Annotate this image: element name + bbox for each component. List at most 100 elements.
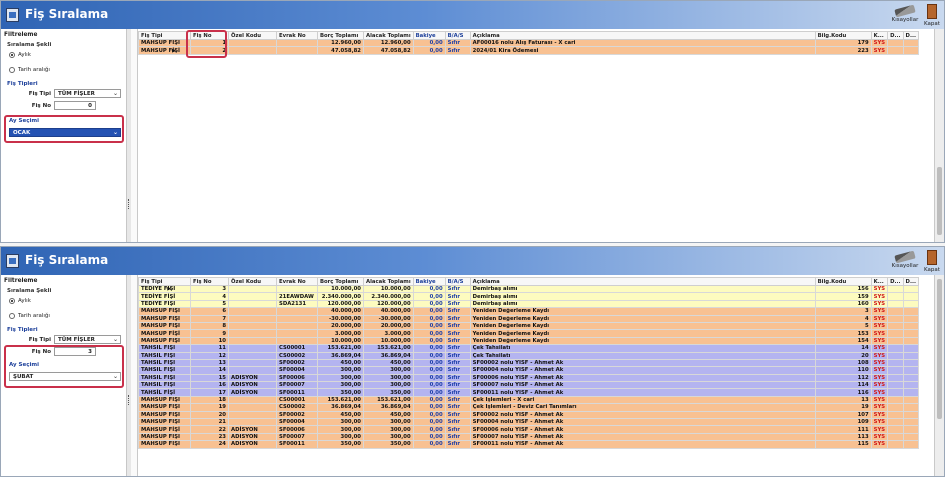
fis-no-input[interactable]: 3	[54, 347, 96, 356]
cell-oz: ADİSYON	[228, 425, 277, 434]
column-header[interactable]: Bakiye	[412, 277, 446, 286]
table-row[interactable]: TAHSİL FİŞİ 11 CS00001 153.621,00 153.621,00…	[138, 344, 919, 353]
column-header[interactable]: Alacak Toplamı	[363, 277, 414, 286]
table-row[interactable]: MAHSUP FİŞİ 10 10.000,00 10.000,00 0,00 Sıfır…	[138, 336, 919, 346]
cell-oz	[228, 418, 277, 427]
type-select-value: TÜM FİŞLER	[58, 91, 95, 97]
column-header[interactable]: Bakiye	[412, 31, 446, 40]
table-row[interactable]: MAHSUP FİŞİ 22 ADİSYON SF00006 300,00 300,00 0…	[138, 425, 919, 434]
vertical-scrollbar[interactable]	[934, 29, 944, 242]
table-row[interactable]: MAHSUP FİŞİ ▶ 2 47.058,82 47.058,82 0,00 Sıfır…	[138, 46, 919, 55]
column-header[interactable]: Özel Kodu	[228, 277, 277, 286]
radio-date-range[interactable]: Tarih aralığı	[9, 67, 50, 73]
scrollbar-thumb[interactable]	[937, 279, 942, 419]
column-header[interactable]: D...	[902, 31, 919, 40]
column-header[interactable]: Özel Kodu	[228, 31, 277, 40]
column-header[interactable]: Borç Toplamı	[317, 31, 364, 40]
column-header[interactable]: K...	[870, 277, 889, 286]
cell-borc: 2.340.000,00	[317, 292, 364, 301]
column-header[interactable]: Alacak Toplamı	[363, 31, 414, 40]
vertical-scrollbar[interactable]	[934, 275, 944, 476]
column-header[interactable]: K...	[870, 31, 889, 40]
column-header[interactable]: D...	[887, 31, 904, 40]
radio-monthly[interactable]: Aylık	[9, 298, 31, 304]
cell-oz	[228, 344, 277, 353]
column-header[interactable]: Açıklama	[469, 31, 816, 40]
cell-bakiye: 0,00	[412, 299, 446, 309]
cell-k: SYS	[870, 432, 889, 442]
cell-k: SYS	[870, 366, 889, 375]
cell-bas: Sıfır	[444, 373, 471, 383]
column-header[interactable]: D...	[902, 277, 919, 286]
cell-type: MAHSUP FİŞİ	[138, 321, 191, 331]
cell-oz	[228, 38, 277, 48]
table-row[interactable]: MAHSUP FİŞİ 18 CS00001 153.621,00 153.621,00…	[138, 395, 919, 405]
column-header[interactable]: Borç Toplamı	[317, 277, 364, 286]
table-row[interactable]: MAHSUP FİŞİ 9 3.000,00 3.000,00 0,00 Sıfır Yen…	[138, 329, 919, 338]
scrollbar-thumb[interactable]	[937, 167, 942, 235]
cell-type: MAHSUP FİŞİ	[138, 425, 191, 434]
table-row[interactable]: TEDİYE FİŞİ ▶ 3 10.000,00 10.000,00 0,00 Sıfır…	[138, 284, 919, 294]
cell-empty	[902, 440, 919, 449]
table-row[interactable]: TAHSİL FİŞİ 14 SF00004 300,00 300,00 0,00 Sıfı…	[138, 366, 919, 375]
cell-aciklama: SF00011 nolu YISF - Ahmet Ak	[469, 440, 816, 449]
type-select[interactable]: TÜM FİŞLER ⌄	[54, 89, 121, 98]
cell-oz: ADİSYON	[228, 373, 277, 383]
table-row[interactable]: TAHSİL FİŞİ 13 SF00002 450,00 450,00 0,00 Sıfı…	[138, 358, 919, 368]
grid-top: Fiş Tipi Fiş No Özel Kodu Evrak No Borç Topl…	[131, 29, 934, 242]
table-row[interactable]: MAHSUP FİŞİ 24 ADİSYON SF00011 350,00 350,00 0…	[138, 440, 919, 449]
month-select[interactable]: ŞUBAT ⌄	[9, 372, 121, 381]
type-select[interactable]: TÜM FİŞLER ⌄	[54, 335, 121, 344]
column-header[interactable]: Evrak No	[276, 277, 318, 286]
table-row[interactable]: MAHSUP FİŞİ 8 20.000,00 20.000,00 0,00 Sıfır Y…	[138, 321, 919, 331]
cell-bilg: 160	[814, 299, 872, 309]
table-row[interactable]: TAHSİL FİŞİ 17 ADİSYON SF00011 350,00 350,00 0…	[138, 388, 919, 397]
column-header[interactable]: Bilg.Kodu	[814, 31, 872, 40]
table-row[interactable]: MAHSUP FİŞİ 20 SF00002 450,00 450,00 0,00 Sıfı…	[138, 410, 919, 420]
table-row[interactable]: MAHSUP FİŞİ 21 SF00004 300,00 300,00 0,00 Sıfı…	[138, 418, 919, 427]
close-button[interactable]: Kapat	[921, 248, 943, 274]
month-select[interactable]: OCAK ⌄	[9, 128, 121, 137]
table-row[interactable]: MAHSUP FİŞİ 6 40.000,00 40.000,00 0,00 Sıfır Y…	[138, 307, 919, 316]
column-header[interactable]: B/A/S	[444, 31, 471, 40]
column-header[interactable]: B/A/S	[444, 277, 471, 286]
table-row[interactable]: MAHSUP FİŞİ 19 CS00002 36.869,04 36.869,04 0,…	[138, 403, 919, 412]
month-group-label: Ay Seçimi	[9, 362, 40, 368]
column-header[interactable]: Fiş Tipi	[138, 31, 191, 40]
table-row[interactable]: TEDİYE FİŞİ 4 21EAWDAW 2.340.000,00 2.340.00…	[138, 292, 919, 301]
column-header[interactable]: D...	[887, 277, 904, 286]
table-row[interactable]: MAHSUP FİŞİ 1 12.960,00 12.960,00 0,00 Sıfır A…	[138, 38, 919, 48]
cell-k: SYS	[870, 299, 889, 309]
cell-k: SYS	[870, 388, 889, 397]
tools-button[interactable]: Kısayollar	[890, 2, 920, 28]
cell-empty	[902, 381, 919, 390]
column-header[interactable]: Fiş No	[190, 277, 229, 286]
column-header[interactable]: Bilg.Kodu	[814, 277, 872, 286]
cell-alacak: 300,00	[363, 373, 414, 383]
radio-monthly-label: Aylık	[18, 298, 31, 304]
cell-bas: Sıfır	[444, 46, 471, 55]
table-row[interactable]: MAHSUP FİŞİ 7 -30.000,00 -30.000,00 0,00 Sıfı…	[138, 314, 919, 323]
table-row[interactable]: TAHSİL FİŞİ 16 ADİSYON SF00007 300,00 300,00 0…	[138, 381, 919, 390]
radio-date-range[interactable]: Tarih aralığı	[9, 313, 50, 319]
table-row[interactable]: TAHSİL FİŞİ 15 ADİSYON SF00006 300,00 300,00 0…	[138, 373, 919, 383]
table-row[interactable]: TEDİYE FİŞİ 5 SDA2131 120.000,00 120.000,00 0…	[138, 299, 919, 309]
cell-alacak: 300,00	[363, 425, 414, 434]
column-header[interactable]: Evrak No	[276, 31, 318, 40]
table-row[interactable]: TAHSİL FİŞİ 12 CS00002 36.869,04 36.869,04 0,…	[138, 351, 919, 360]
cell-borc: 300,00	[317, 366, 364, 375]
cell-k: SYS	[870, 425, 889, 434]
tools-button[interactable]: Kısayollar	[890, 248, 920, 274]
column-header[interactable]: Fiş Tipi	[138, 277, 191, 286]
radio-monthly[interactable]: Aylık	[9, 52, 31, 58]
types-group-label: Fiş Tipleri	[7, 81, 38, 87]
table-row[interactable]: MAHSUP FİŞİ 23 ADİSYON SF00007 300,00 300,00 0…	[138, 432, 919, 442]
close-button[interactable]: Kapat	[921, 2, 943, 28]
cell-no: 23	[190, 432, 229, 442]
cell-evrak	[276, 314, 318, 323]
cell-bakiye: 0,00	[412, 351, 446, 360]
column-header[interactable]: Açıklama	[469, 277, 816, 286]
cell-bilg: 113	[814, 432, 872, 442]
fis-no-input[interactable]: 0	[54, 101, 96, 110]
cell-aciklama: Yeniden Değerleme Kaydı	[469, 314, 816, 323]
